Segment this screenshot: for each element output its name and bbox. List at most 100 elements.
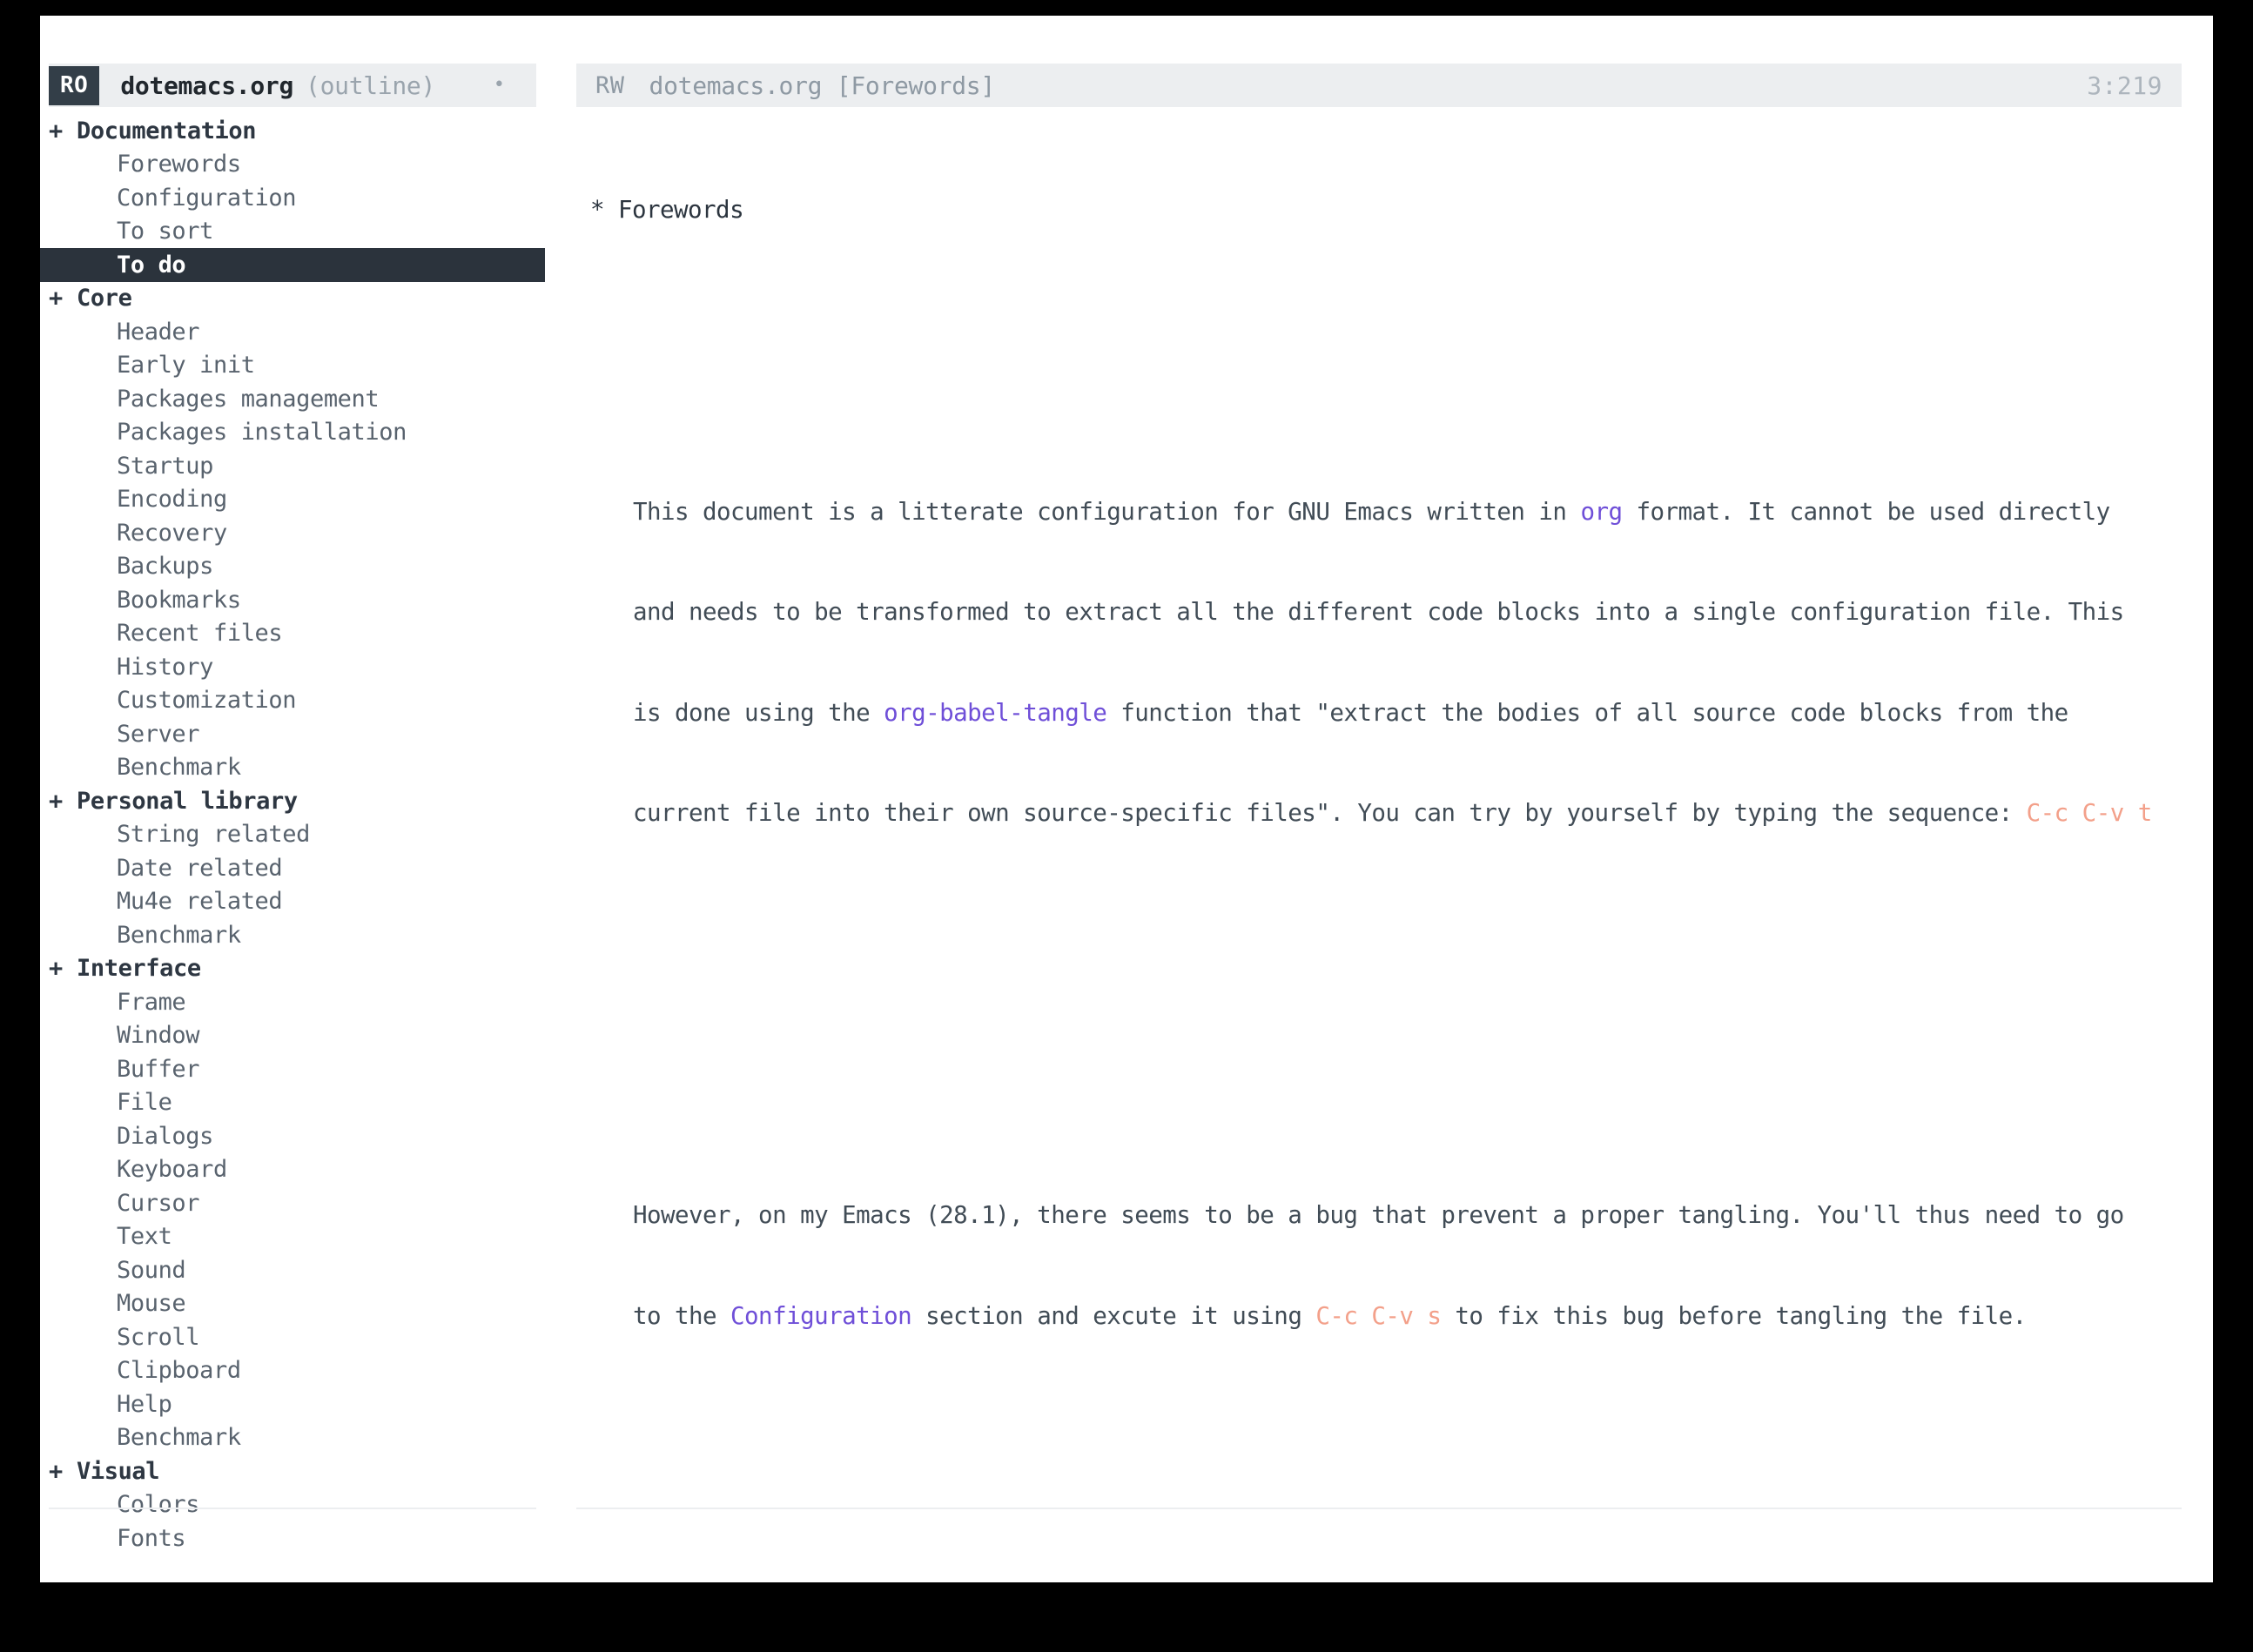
outline-group-visual[interactable]: + Visual	[40, 1454, 545, 1488]
outline-item-recent-files[interactable]: Recent files	[40, 617, 545, 651]
outline-item-label: Recovery	[117, 519, 227, 547]
editor-window: RO dotemacs.org (outline) • + Documentati…	[40, 16, 2213, 1582]
expand-plus-icon[interactable]: +	[49, 1458, 77, 1485]
outline-group-interface[interactable]: + Interface	[40, 952, 545, 986]
outline-item-frame[interactable]: Frame	[40, 985, 545, 1019]
outline-item-mouse[interactable]: Mouse	[40, 1287, 545, 1321]
outline-group-documentation[interactable]: + Documentation	[40, 114, 545, 148]
outline-item-benchmark[interactable]: Benchmark	[40, 918, 545, 952]
expand-plus-icon[interactable]: +	[49, 285, 77, 312]
outline-item-benchmark[interactable]: Benchmark	[40, 1421, 545, 1455]
outline-item-packages-installation[interactable]: Packages installation	[40, 416, 545, 450]
paragraph-2-line-2: to the Configuration section and excute …	[633, 1299, 2213, 1333]
sidebar-modeline: RO dotemacs.org (outline) •	[49, 64, 536, 107]
outline-group-label: Documentation	[77, 117, 257, 144]
paragraph-1: This document is a litterate configurati…	[576, 428, 2213, 897]
outline-item-cursor[interactable]: Cursor	[40, 1186, 545, 1220]
outline-item-scroll[interactable]: Scroll	[40, 1320, 545, 1354]
outline-item-label: Encoding	[117, 486, 227, 514]
org-keyword: org	[1580, 497, 1623, 526]
outline-item-string-related[interactable]: String related	[40, 818, 545, 852]
outline-item-label: Benchmark	[117, 754, 241, 782]
text-run: current file into their own source-speci…	[633, 799, 2027, 827]
outline-item-label: Date related	[117, 854, 283, 882]
outline-item-label: Benchmark	[117, 921, 241, 949]
outline-sidebar-pane: RO dotemacs.org (outline) • + Documentati…	[40, 16, 545, 1582]
outline-item-to-sort[interactable]: To sort	[40, 215, 545, 249]
expand-plus-icon[interactable]: +	[49, 955, 77, 982]
outline-item-label: To sort	[117, 218, 213, 245]
outline-item-text[interactable]: Text	[40, 1220, 545, 1254]
outline-group-personal-library[interactable]: + Personal library	[40, 784, 545, 818]
outline-group-core[interactable]: + Core	[40, 282, 545, 316]
outline-item-fonts[interactable]: Fonts	[40, 1521, 545, 1555]
outline-item-label: Mu4e related	[117, 888, 283, 916]
outline-item-header[interactable]: Header	[40, 315, 545, 349]
outline-item-packages-management[interactable]: Packages management	[40, 382, 545, 416]
outline-item-label: Server	[117, 720, 200, 748]
outline-item-label: Fonts	[117, 1524, 186, 1552]
read-only-badge: RO	[49, 65, 100, 105]
text-run: function that "extract the bodies of all…	[1106, 698, 2068, 727]
document-body[interactable]: * Forewords This document is a litterate…	[545, 126, 2213, 1582]
outline-item-server[interactable]: Server	[40, 717, 545, 751]
text-run: section and excute it using	[911, 1301, 1316, 1330]
expand-plus-icon[interactable]: +	[49, 788, 77, 815]
outline-item-bookmarks[interactable]: Bookmarks	[40, 583, 545, 617]
configuration-link[interactable]: Configuration	[730, 1302, 912, 1330]
key-sequence: C-c C-v s	[1315, 1301, 1442, 1330]
outline-item-label: Buffer	[117, 1055, 200, 1083]
outline-item-clipboard[interactable]: Clipboard	[40, 1354, 545, 1388]
outline-item-label: Dialogs	[117, 1122, 213, 1150]
paragraph-1-line-2: and needs to be transformed to extract a…	[633, 598, 2124, 626]
outline-item-file[interactable]: File	[40, 1086, 545, 1120]
outline-item-recovery[interactable]: Recovery	[40, 516, 545, 550]
outline-item-label: Window	[117, 1022, 200, 1050]
outline-item-early-init[interactable]: Early init	[40, 349, 545, 383]
outline-item-label: Packages management	[117, 385, 380, 413]
outline-item-label: Scroll	[117, 1323, 200, 1351]
sidebar-bottom-divider	[49, 1508, 536, 1509]
outline-item-backups[interactable]: Backups	[40, 550, 545, 584]
outline-item-mu4e-related[interactable]: Mu4e related	[40, 885, 545, 919]
outline-item-benchmark[interactable]: Benchmark	[40, 751, 545, 785]
outline-item-startup[interactable]: Startup	[40, 449, 545, 483]
outline-item-label: Startup	[117, 452, 213, 480]
outline-group-label: Interface	[77, 955, 201, 983]
outline-item-label: Frame	[117, 988, 186, 1016]
outline-item-window[interactable]: Window	[40, 1019, 545, 1053]
main-bottom-divider	[576, 1508, 2182, 1509]
outline-item-colors[interactable]: Colors	[40, 1488, 545, 1522]
outline-item-encoding[interactable]: Encoding	[40, 483, 545, 517]
outline-item-configuration[interactable]: Configuration	[40, 181, 545, 215]
text-run: format. It cannot be used directly	[1622, 497, 2110, 526]
outline-item-history[interactable]: History	[40, 650, 545, 684]
outline-item-label: Keyboard	[117, 1156, 227, 1184]
outline-item-sound[interactable]: Sound	[40, 1253, 545, 1287]
text-run: This document is a litterate configurati…	[633, 497, 1581, 526]
outline-item-to-do[interactable]: To do	[40, 248, 545, 282]
outline-item-customization[interactable]: Customization	[40, 684, 545, 718]
expand-plus-icon[interactable]: +	[49, 118, 77, 144]
sidebar-major-mode: (outline)	[306, 71, 436, 100]
main-modeline: RW dotemacs.org [Forewords] 3:219	[576, 64, 2182, 107]
outline-item-help[interactable]: Help	[40, 1387, 545, 1421]
document-heading: * Forewords	[590, 196, 744, 224]
outline-item-dialogs[interactable]: Dialogs	[40, 1119, 545, 1153]
read-write-badge: RW	[595, 71, 625, 99]
outline-item-label: Cursor	[117, 1189, 200, 1217]
outline-item-forewords[interactable]: Forewords	[40, 148, 545, 182]
outline-item-label: Recent files	[117, 620, 283, 648]
main-buffer-title: dotemacs.org [Forewords]	[649, 71, 996, 100]
outline-tree[interactable]: + Documentation Forewords Configuration To s…	[40, 114, 545, 1582]
function-name: org-babel-tangle	[884, 698, 1107, 727]
outline-item-date-related[interactable]: Date related	[40, 851, 545, 885]
outline-item-label: Help	[117, 1390, 172, 1418]
outline-item-label: Forewords	[117, 151, 241, 178]
outline-item-label: Customization	[117, 687, 297, 715]
outline-item-buffer[interactable]: Buffer	[40, 1052, 545, 1086]
outline-item-label: Backups	[117, 553, 213, 581]
outline-item-keyboard[interactable]: Keyboard	[40, 1153, 545, 1187]
